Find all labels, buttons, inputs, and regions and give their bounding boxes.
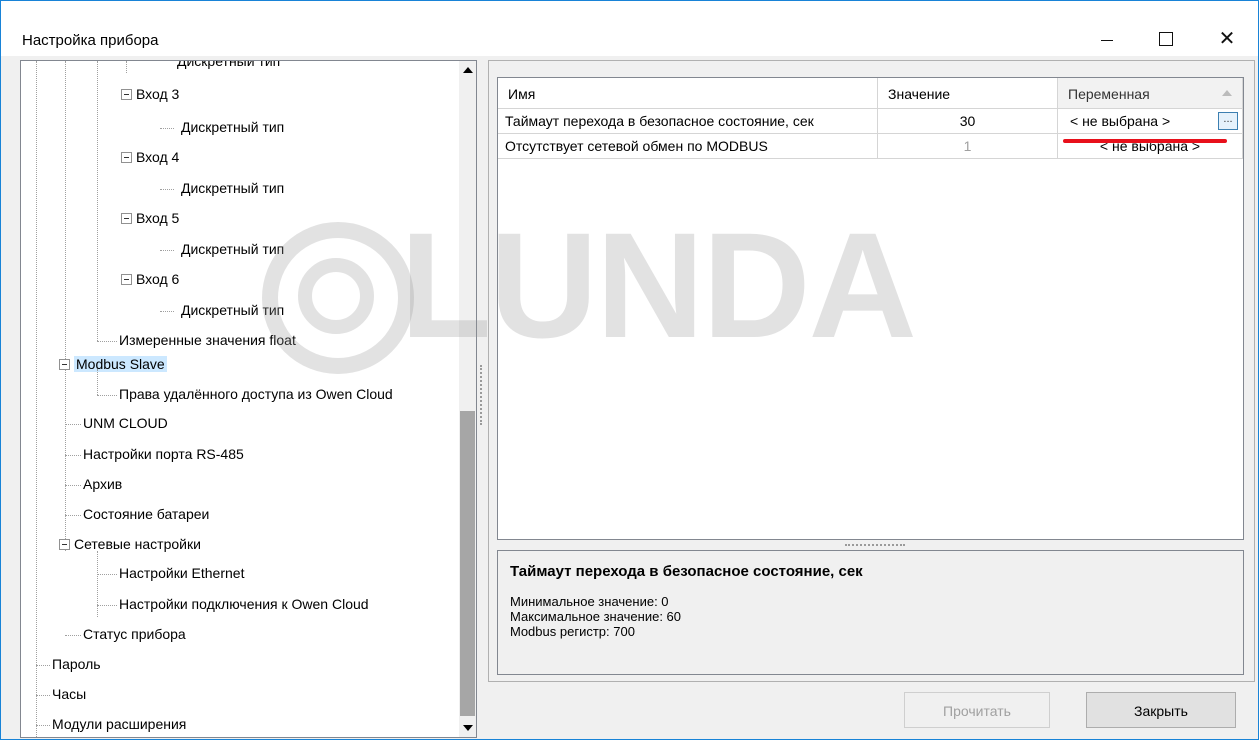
tree-line [160, 189, 174, 190]
scroll-down-icon[interactable] [463, 725, 473, 731]
param-name: Отсутствует сетевой обмен по MODBUS [498, 134, 878, 158]
highlight-underline [1063, 139, 1227, 143]
tree-item[interactable]: Дискретный тип [181, 299, 284, 321]
tree-line [97, 395, 117, 396]
tree-line [97, 61, 98, 341]
tree-line [65, 61, 66, 551]
collapse-icon[interactable] [121, 273, 132, 285]
scrollbar-thumb[interactable] [460, 411, 475, 716]
tree-line [65, 515, 81, 516]
tree-item[interactable]: Модули расширения [52, 713, 186, 735]
tree-item-input-6[interactable]: Вход 6 [121, 268, 179, 290]
tree-item-input-3[interactable]: Вход 3 [121, 83, 179, 105]
description-title: Таймаут перехода в безопасное состояние,… [510, 563, 863, 580]
tree-item[interactable]: Измеренные значения float [119, 329, 296, 351]
tree-item[interactable]: UNM CLOUD [83, 412, 168, 434]
tree-line [97, 605, 117, 606]
param-variable[interactable]: < не выбрана > ... [1058, 109, 1243, 133]
tree-item-input-5[interactable]: Вход 5 [121, 207, 179, 229]
collapse-icon[interactable] [59, 538, 70, 550]
vertical-splitter[interactable] [480, 365, 485, 425]
tree-line [65, 635, 81, 636]
description-register: Modbus регистр: 700 [510, 624, 635, 639]
column-header-variable[interactable]: Переменная [1058, 78, 1243, 108]
collapse-icon[interactable] [59, 358, 70, 370]
collapse-icon[interactable] [121, 88, 132, 100]
param-variable[interactable]: < не выбрана > [1058, 134, 1243, 158]
sort-arrow-icon [1222, 90, 1232, 96]
tree-item[interactable]: Настройки Ethernet [119, 562, 244, 584]
minimize-icon [1101, 40, 1113, 41]
tree-item-modbus-slave[interactable]: Modbus Slave [59, 353, 167, 375]
tree-item[interactable]: Архив [83, 473, 122, 495]
tree-item[interactable]: Права удалённого доступа из Owen Cloud [119, 383, 393, 405]
maximize-icon [1159, 32, 1173, 46]
close-button[interactable]: Закрыть [1086, 692, 1236, 728]
window-title: Настройка прибора [22, 32, 159, 49]
tree-item[interactable]: Часы [52, 683, 86, 705]
scroll-up-icon[interactable] [463, 67, 473, 73]
title-bar[interactable]: Настройка прибора ✕ [1, 1, 1258, 56]
tree-line [97, 551, 98, 617]
param-value[interactable]: 30 [878, 109, 1058, 133]
table-row[interactable]: Таймаут перехода в безопасное состояние,… [498, 109, 1243, 134]
column-header-variable-label: Переменная [1068, 86, 1150, 102]
tree-item[interactable]: Состояние батареи [83, 503, 209, 525]
collapse-icon[interactable] [121, 212, 132, 224]
tree-line [97, 341, 117, 342]
minimize-button[interactable] [1084, 23, 1130, 55]
collapse-icon[interactable] [121, 151, 132, 163]
tree-line [97, 369, 98, 395]
tree-line [36, 725, 50, 726]
tree-item[interactable]: Дискретный тип [181, 116, 284, 138]
description-min: Минимальное значение: 0 [510, 594, 669, 609]
tree-scrollbar[interactable] [459, 61, 476, 737]
tree-item[interactable]: Дискретный тип [177, 61, 280, 72]
grid-header: Имя Значение Переменная [498, 78, 1243, 109]
tree-item[interactable]: Настройки порта RS-485 [83, 443, 244, 465]
tree-item[interactable]: Дискретный тип [181, 238, 284, 260]
column-header-name[interactable]: Имя [498, 78, 878, 108]
variable-label: < не выбрана > [1070, 113, 1171, 129]
tree-line [36, 61, 37, 737]
param-value: 1 [878, 134, 1058, 158]
tree-item-input-4[interactable]: Вход 4 [121, 146, 179, 168]
close-icon: ✕ [1218, 28, 1236, 50]
device-tree[interactable]: Дискретный тип Вход 3 Дискретный тип Вхо… [20, 60, 477, 738]
tree-line [97, 574, 117, 575]
tree-line [36, 695, 50, 696]
tree-line [160, 250, 174, 251]
tree-item[interactable]: Статус прибора [83, 623, 186, 645]
tree-item-network-settings[interactable]: Сетевые настройки [59, 533, 201, 555]
tree-line [160, 128, 174, 129]
description-panel: Таймаут перехода в безопасное состояние,… [497, 550, 1244, 675]
column-header-value[interactable]: Значение [878, 78, 1058, 108]
tree-line [160, 311, 174, 312]
parameters-grid[interactable]: Имя Значение Переменная Таймаут перехода… [497, 77, 1244, 540]
tree-line [36, 665, 50, 666]
tree-item[interactable]: Настройки подключения к Owen Cloud [119, 593, 369, 615]
tree-line [65, 485, 81, 486]
description-max: Максимальное значение: 60 [510, 609, 682, 624]
maximize-button[interactable] [1143, 23, 1189, 55]
table-row[interactable]: Отсутствует сетевой обмен по MODBUS 1 < … [498, 134, 1243, 159]
tree-line [65, 424, 81, 425]
close-window-button[interactable]: ✕ [1204, 23, 1250, 55]
horizontal-splitter[interactable] [845, 544, 905, 548]
read-button[interactable]: Прочитать [904, 692, 1050, 728]
browse-variable-button[interactable]: ... [1218, 112, 1238, 130]
tree-line [126, 61, 127, 73]
tree-line [65, 455, 81, 456]
tree-item[interactable]: Дискретный тип [181, 177, 284, 199]
tree-item[interactable]: Пароль [52, 653, 101, 675]
param-name: Таймаут перехода в безопасное состояние,… [498, 109, 878, 133]
